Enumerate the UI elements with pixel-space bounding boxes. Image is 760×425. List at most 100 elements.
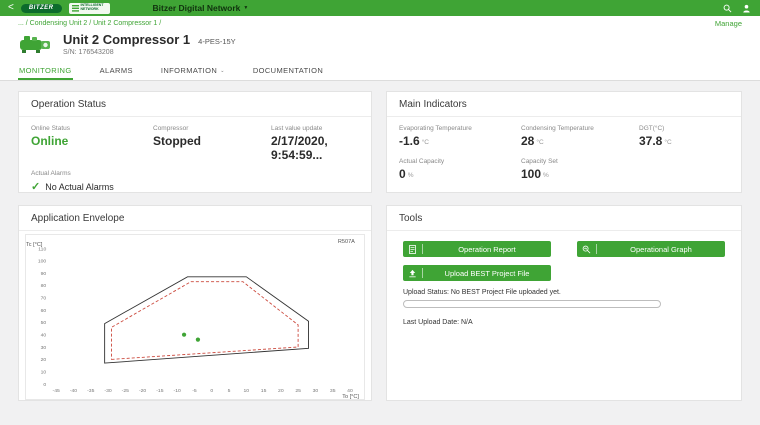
indicator-unit: °C (664, 139, 671, 146)
indicator-capacity-set: Capacity Set 100% (521, 158, 639, 181)
svg-text:90: 90 (41, 271, 47, 277)
app-title-dropdown[interactable]: Bitzer Digital Network ▼ (153, 3, 249, 13)
network-logo-text: INTELLIGENT NETWORK (81, 4, 107, 12)
page-title: Unit 2 Compressor 1 (63, 32, 190, 47)
tools-card: Tools Operation Report Operational Graph (386, 205, 742, 401)
back-chevron-icon[interactable]: < (8, 3, 14, 13)
field-label: Actual Capacity (399, 158, 521, 165)
graph-icon (577, 244, 597, 254)
svg-text:-40: -40 (70, 388, 78, 394)
last-update-field: Last value update 2/17/2020, 9:54:59... (271, 125, 359, 162)
search-icon[interactable] (721, 2, 733, 14)
indicator-value: 28 (521, 134, 534, 148)
svg-text:100: 100 (38, 259, 47, 265)
svg-text:60: 60 (41, 308, 47, 314)
app-title: Bitzer Digital Network (153, 3, 241, 13)
tab-documentation[interactable]: DOCUMENTATION (252, 61, 324, 80)
field-label: Compressor (153, 125, 271, 132)
upload-icon (403, 268, 423, 278)
svg-text:-25: -25 (122, 388, 130, 394)
svg-text:0: 0 (43, 382, 46, 388)
content-grid: Operation Status Online Status Online Co… (0, 81, 760, 425)
svg-text:15: 15 (261, 388, 267, 394)
tab-alarms[interactable]: ALARMS (99, 61, 134, 80)
button-label: Operational Graph (597, 245, 725, 254)
envelope-chart: 0102030405060708090100110-45-40-35-30-25… (25, 234, 365, 400)
operation-report-button[interactable]: Operation Report (403, 241, 551, 257)
svg-text:To [°C]: To [°C] (342, 394, 359, 400)
svg-text:0: 0 (210, 388, 213, 394)
chevron-down-icon: ⌄ (220, 68, 225, 74)
svg-text:-5: -5 (192, 388, 197, 394)
button-label: Upload BEST Project File (423, 269, 551, 278)
svg-text:40: 40 (41, 333, 47, 339)
network-grid-icon (72, 5, 79, 12)
field-label: Capacity Set (521, 158, 639, 165)
indicator-actual-capacity: Actual Capacity 0% (399, 158, 521, 181)
manage-link[interactable]: Manage (715, 19, 742, 28)
check-icon: ✓ (31, 180, 40, 193)
upload-best-project-file-button[interactable]: Upload BEST Project File (403, 265, 551, 281)
svg-text:-45: -45 (53, 388, 61, 394)
indicator-value: 100 (521, 167, 541, 181)
svg-text:35: 35 (330, 388, 336, 394)
svg-text:R507A: R507A (338, 239, 355, 245)
svg-text:30: 30 (41, 345, 47, 351)
svg-text:20: 20 (278, 388, 284, 394)
svg-text:-15: -15 (156, 388, 164, 394)
upload-status-text: Upload Status: No BEST Project File uplo… (403, 289, 725, 296)
svg-text:-10: -10 (174, 388, 182, 394)
field-label: Online Status (31, 125, 153, 132)
button-label: Operation Report (423, 245, 551, 254)
indicator-value: -1.6 (399, 134, 420, 148)
svg-text:50: 50 (41, 320, 47, 326)
svg-text:20: 20 (41, 357, 47, 363)
last-update-value: 2/17/2020, 9:54:59... (271, 134, 359, 162)
online-status-value: Online (31, 134, 153, 148)
operational-graph-button[interactable]: Operational Graph (577, 241, 725, 257)
tab-monitoring[interactable]: MONITORING (18, 61, 73, 80)
svg-text:-35: -35 (87, 388, 95, 394)
svg-text:-30: -30 (104, 388, 112, 394)
upload-progress-bar (403, 300, 661, 308)
svg-text:30: 30 (313, 388, 319, 394)
online-status-field: Online Status Online (31, 125, 153, 162)
serial-number: S/N: 176543208 (63, 49, 236, 56)
chevron-down-icon: ▼ (243, 5, 248, 11)
tab-information-label: INFORMATION (161, 66, 217, 75)
breadcrumb-row: ... / Condensing Unit 2 / Unit 2 Compres… (0, 16, 760, 29)
field-label: Last value update (271, 125, 359, 132)
model-number: 4-PES-15Y (198, 37, 236, 46)
main-indicators-card: Main Indicators Evaporating Temperature … (386, 91, 742, 193)
indicator-condensing-temperature: Condensing Temperature 28°C (521, 125, 639, 148)
user-icon[interactable] (740, 2, 752, 14)
indicator-unit: % (408, 172, 414, 179)
indicator-unit: °C (422, 139, 429, 146)
card-title: Main Indicators (387, 92, 741, 117)
svg-text:80: 80 (41, 283, 47, 289)
svg-text:-20: -20 (139, 388, 147, 394)
card-title: Operation Status (19, 92, 371, 117)
bitzer-logo: BITZER (21, 4, 62, 13)
tab-bar: MONITORING ALARMS INFORMATION ⌄ DOCUMENT… (0, 61, 760, 81)
last-upload-date: Last Upload Date: N/A (403, 319, 725, 326)
alarms-status-text: No Actual Alarms (45, 182, 114, 192)
indicator-unit: % (543, 172, 549, 179)
entity-header: Unit 2 Compressor 1 4-PES-15Y S/N: 17654… (0, 29, 760, 58)
svg-text:Tc [°C]: Tc [°C] (26, 242, 43, 248)
alarms-label: Actual Alarms (31, 170, 359, 177)
compressor-state-field: Compressor Stopped (153, 125, 271, 162)
tab-information[interactable]: INFORMATION ⌄ (160, 61, 226, 80)
card-title: Tools (387, 206, 741, 231)
topbar: < BITZER INTELLIGENT NETWORK Bitzer Digi… (0, 0, 760, 16)
indicator-value: 37.8 (639, 134, 662, 148)
operation-status-card: Operation Status Online Status Online Co… (18, 91, 372, 193)
svg-text:5: 5 (228, 388, 231, 394)
field-label: Evaporating Temperature (399, 125, 521, 132)
svg-text:70: 70 (41, 296, 47, 302)
indicator-unit: °C (536, 139, 543, 146)
report-icon (403, 244, 423, 254)
field-label: DGT(°C) (639, 125, 729, 132)
application-envelope-card: Application Envelope 0102030405060708090… (18, 205, 372, 401)
breadcrumb[interactable]: ... / Condensing Unit 2 / Unit 2 Compres… (18, 20, 161, 27)
